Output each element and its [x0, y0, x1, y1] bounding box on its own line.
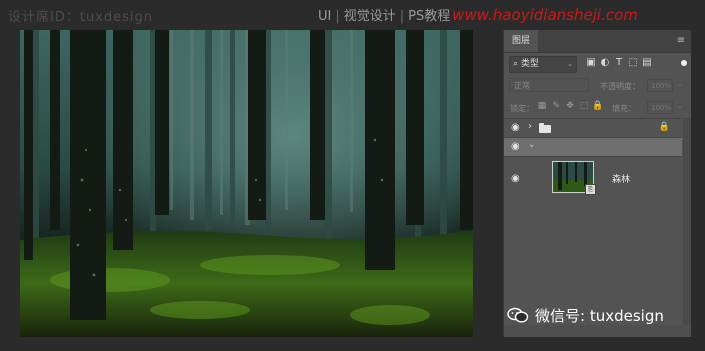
lock-position-icon[interactable]: ✥	[563, 101, 577, 111]
layers-panel: 图层 ≡ ⌕ 类型 ⌄ ▣ ◐ T ⬚ ▤ 正常 不透明度： 100% ⌄ 锁定： ▦ ✎…	[503, 30, 691, 337]
watermark-designer-id: 设计席ID：tuxdesign	[8, 10, 154, 25]
panel-tab-bar: 图层 ≡	[504, 30, 691, 53]
wechat-icon	[507, 307, 529, 323]
filter-row: ⌕ 类型 ⌄ ▣ ◐ T ⬚ ▤	[504, 53, 691, 75]
filter-kind-label: 类型	[520, 59, 539, 69]
filter-pixel-icon[interactable]: ▣	[584, 57, 598, 68]
layers-list: ◉ › 🔒 ◉ ⌄ ◉ ⎘ 森林	[504, 118, 682, 202]
layer-row-forest[interactable]: ◉ ⎘ 森林	[504, 156, 682, 202]
lock-artboard-icon[interactable]: ⬚	[577, 101, 591, 111]
site-header: UI | 视觉设计 | PS教程 www.haoyidiansheji.com	[318, 5, 638, 24]
lock-transparency-icon[interactable]: ▦	[535, 101, 549, 111]
nav-ui[interactable]: UI	[318, 9, 331, 24]
tab-layers[interactable]: 图层	[504, 30, 539, 52]
forest-photo	[20, 30, 473, 337]
chevron-down-icon[interactable]: ⌄	[677, 102, 683, 110]
nav-separator: |	[335, 9, 340, 24]
lock-icons: ▦ ✎ ✥ ⬚ 🔒	[535, 101, 605, 111]
layer-group-open-row[interactable]: ◉ ⌄	[504, 137, 682, 156]
search-icon: ⌕	[513, 59, 519, 69]
eye-icon[interactable]: ◉	[511, 173, 520, 184]
eye-icon[interactable]: ◉	[511, 122, 520, 133]
nav-separator: |	[399, 9, 405, 24]
lock-row: 锁定： ▦ ✎ ✥ ⬚ 🔒 填充： 100% ⌄	[504, 97, 691, 119]
wechat-id: 微信号: tuxdesign	[535, 307, 664, 325]
chevron-right-icon[interactable]: ›	[528, 121, 532, 132]
fill-label: 填充：	[612, 104, 636, 113]
filter-icons: ▣ ◐ T ⬚ ▤	[584, 57, 654, 68]
lock-icon: 🔒	[658, 122, 670, 132]
layers-scrollbar[interactable]	[683, 118, 691, 327]
chevron-down-icon[interactable]: ⌄	[677, 80, 683, 88]
folder-icon	[539, 123, 551, 133]
panel-footer	[504, 325, 691, 337]
filter-toggle-icon[interactable]	[681, 60, 687, 66]
eye-icon[interactable]: ◉	[511, 141, 520, 152]
wechat-watermark: 微信号: tuxdesign	[507, 305, 664, 326]
filter-smartobject-icon[interactable]: ▤	[640, 57, 654, 68]
layer-group-row[interactable]: ◉ › 🔒	[504, 118, 682, 137]
filter-adjustment-icon[interactable]: ◐	[598, 57, 612, 68]
opacity-input[interactable]: 100%	[647, 79, 673, 92]
site-url[interactable]: www.haoyidiansheji.com	[452, 6, 638, 24]
document-canvas[interactable]	[20, 30, 473, 337]
lock-all-icon[interactable]: 🔒	[591, 101, 605, 111]
lock-label: 锁定：	[510, 104, 534, 113]
lock-image-icon[interactable]: ✎	[549, 101, 563, 111]
fill-input[interactable]: 100%	[647, 101, 673, 114]
filter-kind-select[interactable]: ⌕ 类型 ⌄	[509, 56, 577, 73]
panel-menu-icon[interactable]: ≡	[677, 35, 685, 46]
filter-shape-icon[interactable]: ⬚	[626, 57, 640, 68]
chevron-down-icon[interactable]: ⌄	[528, 140, 536, 150]
chevron-down-icon: ⌄	[567, 60, 573, 68]
layer-name[interactable]: 森林	[612, 172, 630, 185]
blend-row: 正常 不透明度： 100% ⌄	[504, 75, 691, 97]
nav-visual-design[interactable]: 视觉设计	[344, 9, 396, 24]
nav-ps-tutorial[interactable]: PS教程	[408, 9, 450, 24]
opacity-label: 不透明度：	[600, 82, 640, 91]
filter-type-icon[interactable]: T	[612, 57, 626, 68]
smart-object-icon: ⎘	[585, 184, 596, 195]
blend-mode-select[interactable]: 正常	[509, 78, 589, 92]
